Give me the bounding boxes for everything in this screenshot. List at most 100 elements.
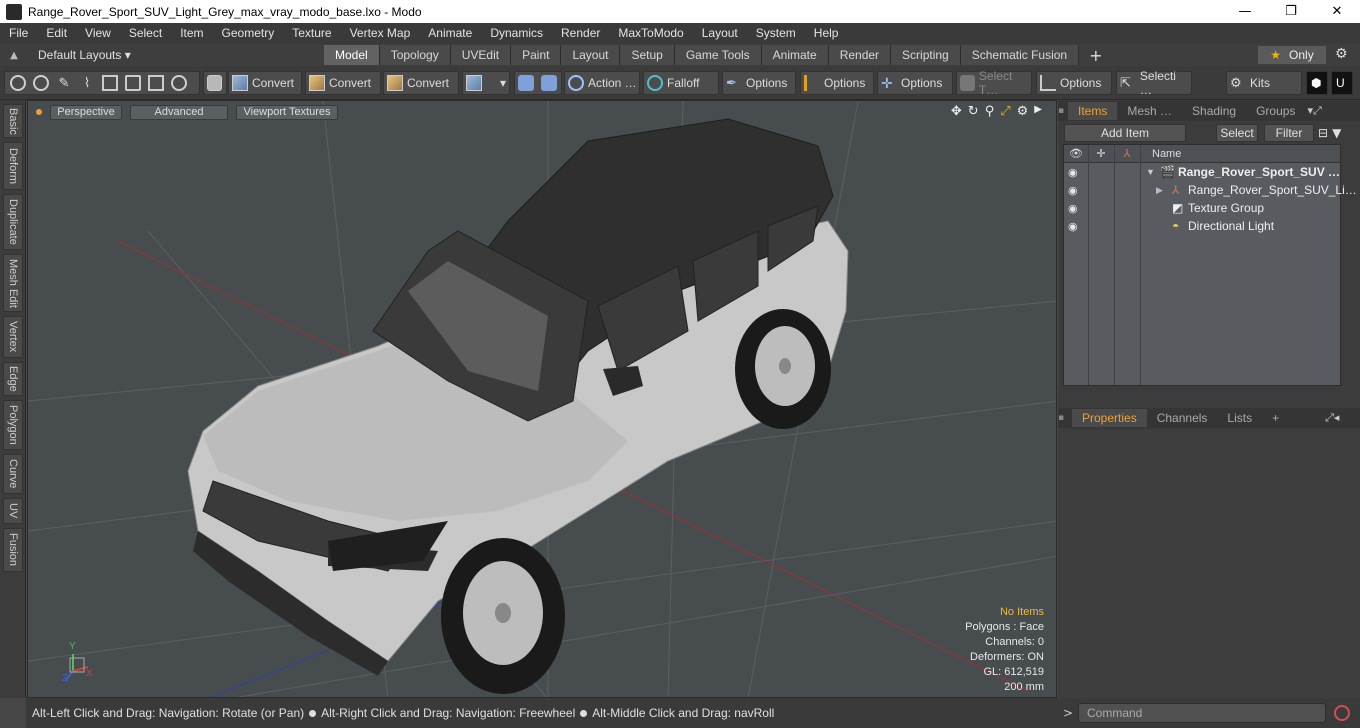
polygons-mode-icon[interactable] bbox=[125, 75, 141, 91]
tab-game-tools[interactable]: Game Tools bbox=[674, 45, 762, 65]
perspective-button[interactable]: Perspective bbox=[50, 104, 122, 120]
tab-uv[interactable]: UV bbox=[3, 498, 23, 524]
snap-group[interactable] bbox=[514, 71, 562, 95]
tab-uvedit[interactable]: UVEdit bbox=[450, 45, 512, 65]
materials-mode-icon[interactable] bbox=[171, 75, 187, 91]
select-button[interactable]: Select bbox=[1216, 124, 1258, 142]
eye-icon[interactable]: ◉ bbox=[1068, 166, 1078, 179]
pin-icon[interactable]: ▲ bbox=[0, 50, 28, 61]
tab-setup[interactable]: Setup bbox=[620, 45, 675, 65]
tab-items[interactable]: Items bbox=[1068, 102, 1118, 120]
maximize-button[interactable]: ❐ bbox=[1268, 0, 1314, 23]
shield-button[interactable] bbox=[203, 71, 227, 95]
symmetry-dropdown[interactable]: ▾ bbox=[462, 71, 510, 95]
item-row-directional-light[interactable]: ◉ ◓ Directional Light bbox=[1064, 218, 1340, 236]
item-row-mesh[interactable]: ◉ ▶ ⅄ Range_Rover_Sport_SUV_Li… bbox=[1064, 182, 1357, 200]
pen-icon[interactable]: ✎ bbox=[56, 75, 72, 91]
menu-maxtomodo[interactable]: MaxToModo bbox=[609, 23, 692, 44]
tab-edge[interactable]: Edge bbox=[3, 362, 23, 396]
brush-icon[interactable]: ⌇ bbox=[79, 75, 95, 91]
options-button-4[interactable]: Options bbox=[1036, 71, 1112, 95]
tab-render[interactable]: Render bbox=[828, 45, 892, 65]
menu-view[interactable]: View bbox=[76, 23, 120, 44]
selection-sets-button[interactable]: ⇱ Selecti … bbox=[1116, 69, 1192, 97]
tab-vertex[interactable]: Vertex bbox=[3, 316, 23, 358]
viewport-textures-button[interactable]: Viewport Textures bbox=[236, 104, 338, 120]
viewport-gear-icon[interactable]: ⚙ bbox=[1017, 104, 1029, 119]
tab-animate[interactable]: Animate bbox=[761, 45, 829, 65]
tab-groups[interactable]: Groups bbox=[1246, 102, 1305, 120]
viewport-menu-icon[interactable]: ▶ bbox=[1034, 104, 1042, 119]
tab-model[interactable]: Model bbox=[324, 45, 380, 65]
tab-fusion[interactable]: Fusion bbox=[3, 528, 23, 572]
zoom-icon[interactable]: ⚲ bbox=[985, 104, 995, 119]
menu-edit[interactable]: Edit bbox=[37, 23, 76, 44]
command-input[interactable]: Command bbox=[1078, 703, 1326, 723]
items-mode-icon[interactable] bbox=[148, 75, 164, 91]
menu-layout[interactable]: Layout bbox=[693, 23, 747, 44]
advanced-button[interactable]: Advanced bbox=[130, 104, 228, 120]
item-row-scene[interactable]: ◉ ▼ 🎬 Range_Rover_Sport_SUV … bbox=[1064, 164, 1340, 182]
falloff-button[interactable]: Falloff bbox=[643, 71, 719, 95]
tab-mesh[interactable]: Mesh … bbox=[1117, 102, 1182, 120]
tab-basic[interactable]: Basic bbox=[3, 104, 23, 138]
edges-mode-icon[interactable] bbox=[102, 75, 118, 91]
unity-button[interactable]: ⬢ bbox=[1306, 71, 1328, 95]
kits-button[interactable]: ⚙ Kits bbox=[1226, 71, 1302, 95]
eye-icon[interactable]: ◉ bbox=[1068, 202, 1078, 215]
unreal-button[interactable]: U bbox=[1331, 71, 1353, 95]
record-macro-icon[interactable] bbox=[1334, 705, 1350, 721]
tab-schematic-fusion[interactable]: Schematic Fusion bbox=[960, 45, 1080, 65]
collapse-icon[interactable]: ⊟ bbox=[1318, 126, 1328, 140]
tab-channels[interactable]: Channels bbox=[1147, 409, 1218, 427]
pan-icon[interactable]: ✥ bbox=[951, 104, 962, 119]
tab-duplicate[interactable]: Duplicate bbox=[3, 194, 23, 250]
tab-mesh-edit[interactable]: Mesh Edit bbox=[3, 254, 23, 312]
tab-properties[interactable]: Properties bbox=[1072, 409, 1147, 427]
collapse-arrow-icon[interactable]: ▼ bbox=[1146, 167, 1155, 177]
tab-paint[interactable]: Paint bbox=[511, 45, 562, 65]
menu-texture[interactable]: Texture bbox=[283, 23, 340, 44]
menu-dynamics[interactable]: Dynamics bbox=[481, 23, 552, 44]
menu-item[interactable]: Item bbox=[171, 23, 212, 44]
tab-layout[interactable]: Layout bbox=[561, 45, 621, 65]
close-button[interactable]: ✕ bbox=[1314, 0, 1360, 23]
menu-file[interactable]: File bbox=[0, 23, 37, 44]
filter-button[interactable]: Filter bbox=[1264, 124, 1314, 142]
rotate-icon[interactable]: ↻ bbox=[968, 104, 979, 119]
vertices-mode-icon[interactable] bbox=[10, 75, 26, 91]
add-item-button[interactable]: Add Item bbox=[1064, 124, 1186, 142]
add-panel-tab[interactable]: + bbox=[1262, 409, 1289, 427]
expand-arrow-icon[interactable]: ▶ bbox=[1156, 185, 1163, 196]
globe-icon[interactable] bbox=[33, 75, 49, 91]
tab-shading[interactable]: Shading bbox=[1182, 102, 1246, 120]
action-center-button[interactable]: Action … bbox=[564, 71, 640, 95]
tab-deform[interactable]: Deform bbox=[3, 142, 23, 190]
add-tab-button[interactable]: + bbox=[1079, 46, 1112, 65]
menu-vertex-map[interactable]: Vertex Map bbox=[341, 23, 420, 44]
convert-button-3[interactable]: Convert bbox=[383, 71, 459, 95]
tab-curve[interactable]: Curve bbox=[3, 454, 23, 494]
menu-render[interactable]: Render bbox=[552, 23, 609, 44]
tab-scripting[interactable]: Scripting bbox=[891, 45, 961, 65]
maximize-icon[interactable]: ⤢ bbox=[1000, 104, 1010, 119]
options-button-3[interactable]: ✛ Options bbox=[877, 71, 953, 95]
item-row-texture-group[interactable]: ◉ ◩ Texture Group bbox=[1064, 200, 1340, 218]
only-toggle[interactable]: ★ Only bbox=[1258, 46, 1326, 64]
minimize-button[interactable]: — bbox=[1222, 0, 1268, 23]
convert-button-2[interactable]: Convert bbox=[305, 71, 381, 95]
eye-icon[interactable]: ◉ bbox=[1068, 220, 1078, 233]
convert-button-1[interactable]: Convert bbox=[228, 71, 302, 95]
menu-animate[interactable]: Animate bbox=[419, 23, 481, 44]
panel-expand-icon[interactable]: ▾⤢ bbox=[1307, 104, 1321, 118]
tab-polygon[interactable]: Polygon bbox=[3, 400, 23, 450]
menu-geometry[interactable]: Geometry bbox=[213, 23, 284, 44]
menu-help[interactable]: Help bbox=[805, 23, 848, 44]
tab-topology[interactable]: Topology bbox=[379, 45, 451, 65]
select-through-button[interactable]: Select T… bbox=[956, 69, 1032, 97]
eye-icon[interactable]: ◉ bbox=[1068, 184, 1078, 197]
panel-expand-icon[interactable]: ⤢◂ bbox=[1325, 411, 1339, 425]
options-button-2[interactable]: Options bbox=[800, 71, 874, 95]
gear-icon[interactable]: ⚙ bbox=[1335, 46, 1348, 62]
3d-viewport[interactable]: Y X Z Perspective Advanced Viewport Text… bbox=[27, 100, 1057, 698]
